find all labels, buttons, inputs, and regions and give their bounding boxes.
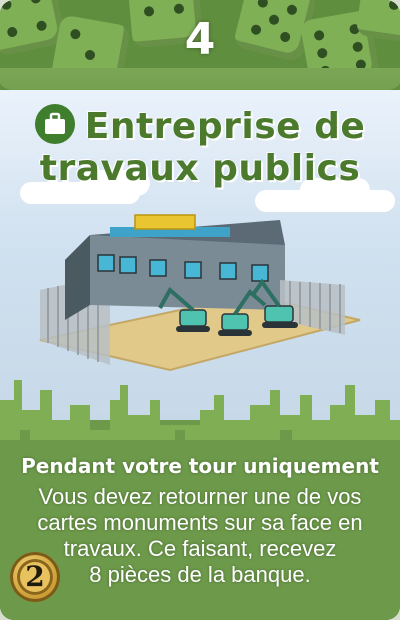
title-line-2: travaux publics: [39, 148, 361, 189]
card-effect-text: Vous devez retourner une de vos cartes m…: [14, 484, 386, 588]
effect-line: cartes monuments sur sa face en: [37, 510, 363, 535]
game-card: 4 Entreprise de travaux publics Pendant …: [0, 0, 400, 620]
card-cost: 4: [184, 14, 216, 65]
effect-line: 8 pièces de la banque.: [89, 562, 311, 587]
title-line-1: Entreprise de: [0, 104, 400, 148]
effect-line: Vous devez retourner une de vos: [38, 484, 362, 509]
card-title: Entreprise de travaux publics: [0, 104, 400, 190]
coin-value: 2: [25, 560, 45, 593]
coin-icon: 2: [10, 552, 60, 602]
briefcase-icon: [34, 104, 75, 144]
effect-line: travaux. Ce faisant, recevez: [63, 536, 337, 561]
activation-condition: Pendant votre tour uniquement: [21, 454, 379, 478]
